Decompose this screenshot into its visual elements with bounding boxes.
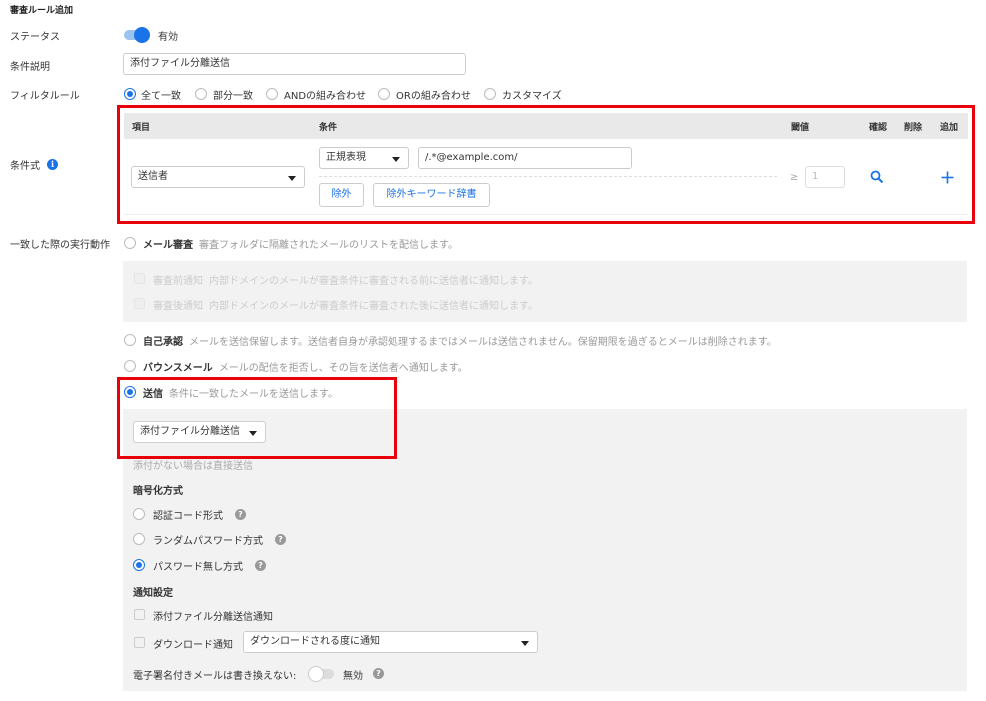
filter-option-or: ORの組み合わせ xyxy=(396,91,471,102)
download-notify-checkbox[interactable] xyxy=(134,637,145,648)
separate-notify-checkbox[interactable] xyxy=(134,609,145,620)
enc-option-random-password: ランダムパスワード方式 xyxy=(153,536,263,547)
enc-radio-auth-code[interactable] xyxy=(133,508,145,520)
filter-radio-all[interactable] xyxy=(124,88,136,100)
filter-radio-partial[interactable] xyxy=(195,88,207,100)
download-notify-label: ダウンロード通知 xyxy=(153,640,233,651)
pre-notify-checkbox[interactable] xyxy=(134,273,145,284)
action-self-approve: 自己承認 メールを送信保留します。送信者自身が承認処理するまではメールは送信されま… xyxy=(143,337,777,348)
caret-down-icon xyxy=(521,641,529,646)
post-notify-option: 審査後通知 内部ドメインのメールが審査条件に審査された後に送信者に通知します。 xyxy=(153,301,538,312)
status-toggle[interactable] xyxy=(124,27,150,43)
filter-radio-custom[interactable] xyxy=(484,88,496,100)
download-notify-select[interactable]: ダウンロードされる度に通知 xyxy=(243,631,538,653)
filter-radio-or[interactable] xyxy=(378,88,390,100)
status-label: ステータス xyxy=(10,32,60,43)
mail-review-panel xyxy=(123,261,967,322)
action-radio-self-approve[interactable] xyxy=(124,334,136,346)
action-label: 一致した際の実行動作 xyxy=(10,240,110,251)
help-icon[interactable]: ? xyxy=(275,534,286,545)
status-value: 有効 xyxy=(158,32,178,43)
enc-option-auth-code: 認証コード形式 xyxy=(153,511,223,522)
separate-notify-label: 添付ファイル分離送信通知 xyxy=(153,612,273,623)
action-radio-bounce[interactable] xyxy=(124,360,136,372)
filter-option-custom: カスタマイズ xyxy=(502,91,562,102)
signature-toggle[interactable] xyxy=(308,666,334,682)
enc-option-no-password: パスワード無し方式 xyxy=(153,562,243,573)
highlight-box-table xyxy=(117,105,975,224)
condition-desc-label: 条件説明 xyxy=(10,62,50,73)
help-icon[interactable]: ? xyxy=(255,560,266,571)
filter-rule-label: フィルタルール xyxy=(10,91,80,102)
enc-radio-no-password[interactable] xyxy=(133,559,145,571)
pre-notify-option: 審査前通知 内部ドメインのメールが審査条件に審査される前に送信者に通知します。 xyxy=(153,276,538,287)
highlight-box-send xyxy=(117,377,397,459)
no-attach-note: 添付がない場合は直接送信 xyxy=(133,461,253,472)
filter-radio-and[interactable] xyxy=(266,88,278,100)
encryption-title: 暗号化方式 xyxy=(133,486,183,497)
post-notify-checkbox[interactable] xyxy=(134,298,145,309)
action-radio-mail-review[interactable] xyxy=(124,237,136,249)
expression-label: 条件式 xyxy=(10,161,40,172)
action-mail-review: メール審査 審査フォルダに隔離されたメールのリストを配信します。 xyxy=(143,240,458,251)
notify-title: 通知設定 xyxy=(133,588,173,599)
action-bounce: バウンスメール メールの配信を拒否し、その旨を送信者へ通知します。 xyxy=(143,363,468,374)
condition-desc-input[interactable]: 添付ファイル分離送信 xyxy=(123,53,466,75)
filter-option-all: 全て一致 xyxy=(141,91,181,102)
signature-value: 無効 xyxy=(343,671,363,682)
filter-option-and: ANDの組み合わせ xyxy=(284,91,367,102)
info-icon[interactable]: i xyxy=(47,159,58,170)
download-notify-value: ダウンロードされる度に通知 xyxy=(250,636,380,647)
enc-radio-random-password[interactable] xyxy=(133,533,145,545)
help-icon[interactable]: ? xyxy=(235,509,246,520)
filter-option-partial: 部分一致 xyxy=(213,91,253,102)
page-title: 審査ルール追加 xyxy=(10,6,74,16)
help-icon[interactable]: ? xyxy=(373,668,384,679)
signature-label: 電子署名付きメールは書き換えない: xyxy=(133,671,297,682)
